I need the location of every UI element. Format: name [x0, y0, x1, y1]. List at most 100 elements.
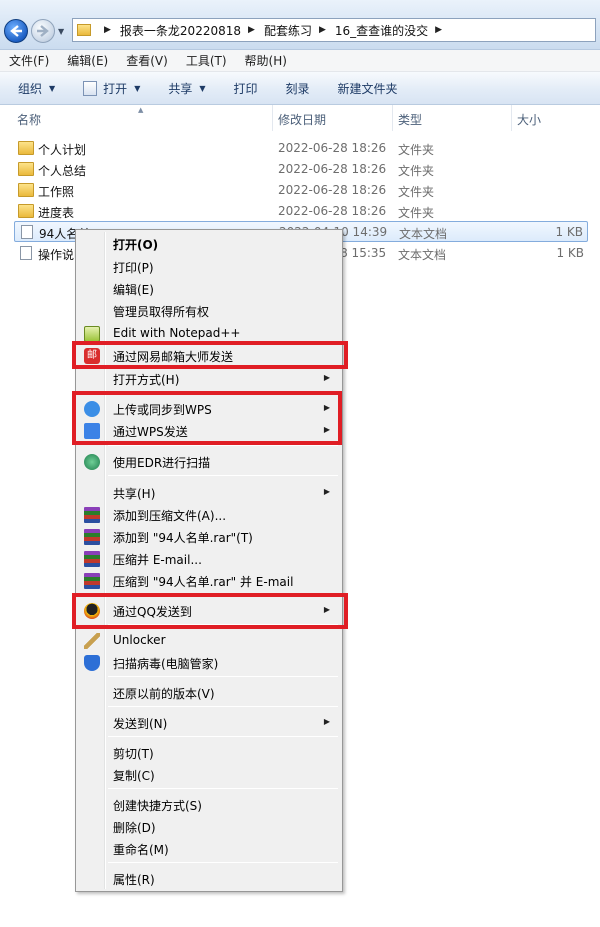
menu-separator: [108, 862, 338, 863]
winrar-icon: [84, 507, 100, 523]
menu-item-label: 打印(P): [113, 261, 154, 275]
column-divider[interactable]: [511, 105, 512, 131]
menu-item-label: 扫描病毒(电脑管家): [113, 657, 219, 671]
menu-item-label: 管理员取得所有权: [113, 305, 210, 319]
menu-separator: [108, 676, 338, 677]
menu-item-share[interactable]: 共享(H) ▶: [78, 482, 340, 503]
menu-file[interactable]: 文件(F): [0, 52, 58, 69]
file-name: 工作照: [38, 185, 75, 199]
column-divider[interactable]: [272, 105, 273, 131]
menu-tools[interactable]: 工具(T): [177, 52, 236, 69]
menu-item-label: 使用EDR进行扫描: [113, 456, 211, 470]
menu-item-take-ownership[interactable]: 管理员取得所有权: [78, 300, 340, 321]
menu-item-print[interactable]: 打印(P): [78, 256, 340, 277]
text-document-icon: [20, 246, 32, 260]
submenu-arrow-icon: ▶: [323, 373, 330, 382]
organize-button[interactable]: 组织 ▼: [0, 80, 69, 97]
menu-help[interactable]: 帮助(H): [236, 52, 296, 69]
winrar-icon: [84, 573, 100, 589]
chevron-down-icon: ▼: [199, 83, 206, 93]
organize-label: 组织: [18, 81, 43, 96]
menu-item-label: 共享(H): [113, 487, 156, 501]
menu-item-unlocker[interactable]: Unlocker: [78, 630, 340, 651]
menu-item-delete[interactable]: 删除(D): [78, 816, 340, 837]
menu-item-cut[interactable]: 剪切(T): [78, 742, 340, 763]
highlight-box-qq: [72, 593, 348, 629]
chevron-right-icon[interactable]: ▶: [104, 25, 111, 35]
file-size: 1 KB: [555, 225, 583, 239]
menu-item-scan-virus[interactable]: 扫描病毒(电脑管家): [78, 652, 340, 673]
address-field[interactable]: ▶ 报表一条龙20220818 ▶ 配套练习 ▶ 16_查查谁的没交 ▶: [72, 18, 596, 42]
folder-icon: [77, 24, 91, 36]
open-button[interactable]: 打开 ▼: [69, 80, 154, 97]
burn-button[interactable]: 刻录: [272, 80, 324, 97]
menu-item-label: 复制(C): [113, 769, 155, 783]
menu-item-create-shortcut[interactable]: 创建快捷方式(S): [78, 794, 340, 815]
column-header: ▲ 名称 修改日期 类型 大小: [0, 105, 600, 131]
sort-up-icon: ▲: [138, 106, 144, 114]
menu-item-properties[interactable]: 属性(R): [78, 868, 340, 889]
menu-item-compress-email[interactable]: 压缩并 E-mail...: [78, 548, 340, 569]
chevron-down-icon: ▼: [134, 83, 141, 93]
share-button[interactable]: 共享 ▼: [154, 80, 219, 97]
menu-item-send-to[interactable]: 发送到(N) ▶: [78, 712, 340, 733]
new-folder-button[interactable]: 新建文件夹: [324, 80, 412, 97]
menu-item-scan-edr[interactable]: 使用EDR进行扫描: [78, 451, 340, 472]
menu-item-edit[interactable]: 编辑(E): [78, 278, 340, 299]
edr-shield-icon: [84, 454, 100, 470]
unlocker-wand-icon: [84, 633, 100, 649]
menu-item-add-archive[interactable]: 添加到压缩文件(A)...: [78, 504, 340, 525]
back-arrow-icon: [10, 25, 22, 37]
menu-edit[interactable]: 编辑(E): [58, 52, 117, 69]
column-date[interactable]: 修改日期: [278, 111, 326, 128]
folder-icon: [18, 162, 34, 176]
menu-view[interactable]: 查看(V): [117, 52, 177, 69]
breadcrumb-item[interactable]: 报表一条龙20220818: [120, 22, 241, 39]
recent-pages-dropdown[interactable]: ▼: [58, 27, 64, 36]
menu-item-open[interactable]: 打开(O): [78, 233, 340, 254]
column-divider[interactable]: [392, 105, 393, 131]
file-size: 1 KB: [556, 246, 584, 260]
winrar-icon: [84, 529, 100, 545]
menu-item-label: 打开方式(H): [113, 373, 180, 387]
document-icon: [83, 80, 98, 96]
list-item[interactable]: 个人计划 2022-06-28 18:26 文件夹: [14, 138, 588, 159]
menu-item-compress-rar-email[interactable]: 压缩到 "94人名单.rar" 并 E-mail: [78, 570, 340, 591]
menu-item-label: 压缩并 E-mail...: [113, 553, 202, 567]
breadcrumb-item[interactable]: 16_查查谁的没交: [335, 22, 428, 39]
menu-item-add-to-rar[interactable]: 添加到 "94人名单.rar"(T): [78, 526, 340, 547]
submenu-arrow-icon: ▶: [323, 487, 330, 496]
chevron-right-icon[interactable]: ▶: [248, 25, 255, 35]
text-document-icon: [21, 225, 33, 239]
file-type: 文件夹: [398, 185, 435, 199]
column-size[interactable]: 大小: [517, 111, 541, 128]
menu-item-label: 删除(D): [113, 821, 156, 835]
menu-item-copy[interactable]: 复制(C): [78, 764, 340, 785]
file-type: 文件夹: [398, 143, 435, 157]
command-bar: 组织 ▼ 打开 ▼ 共享 ▼ 打印 刻录 新建文件夹: [0, 72, 600, 105]
list-item[interactable]: 进度表 2022-06-28 18:26 文件夹: [14, 201, 588, 222]
column-type[interactable]: 类型: [398, 111, 422, 128]
forward-button[interactable]: [31, 19, 55, 43]
chevron-right-icon[interactable]: ▶: [435, 25, 442, 35]
winrar-icon: [84, 551, 100, 567]
file-type: 文本文档: [399, 227, 448, 241]
address-bar: ▼ ▶ 报表一条龙20220818 ▶ 配套练习 ▶ 16_查查谁的没交 ▶: [0, 0, 600, 50]
print-button[interactable]: 打印: [220, 80, 272, 97]
list-item[interactable]: 个人总结 2022-06-28 18:26 文件夹: [14, 159, 588, 180]
notepadpp-icon: [84, 326, 100, 342]
shield-icon: [84, 655, 100, 671]
folder-icon: [18, 183, 34, 197]
breadcrumb-item[interactable]: 配套练习: [264, 22, 312, 39]
menu-item-label: Edit with Notepad++: [113, 326, 241, 340]
menu-item-open-with[interactable]: 打开方式(H) ▶: [78, 368, 340, 389]
menu-item-label: Unlocker: [113, 633, 166, 647]
menu-item-restore-versions[interactable]: 还原以前的版本(V): [78, 682, 340, 703]
column-name[interactable]: 名称: [17, 111, 41, 128]
menu-item-label: 创建快捷方式(S): [113, 799, 202, 813]
back-button[interactable]: [4, 19, 28, 43]
chevron-right-icon[interactable]: ▶: [319, 25, 326, 35]
list-item[interactable]: 工作照 2022-06-28 18:26 文件夹: [14, 180, 588, 201]
menu-item-rename[interactable]: 重命名(M): [78, 838, 340, 859]
highlight-box-wps: [72, 391, 342, 445]
